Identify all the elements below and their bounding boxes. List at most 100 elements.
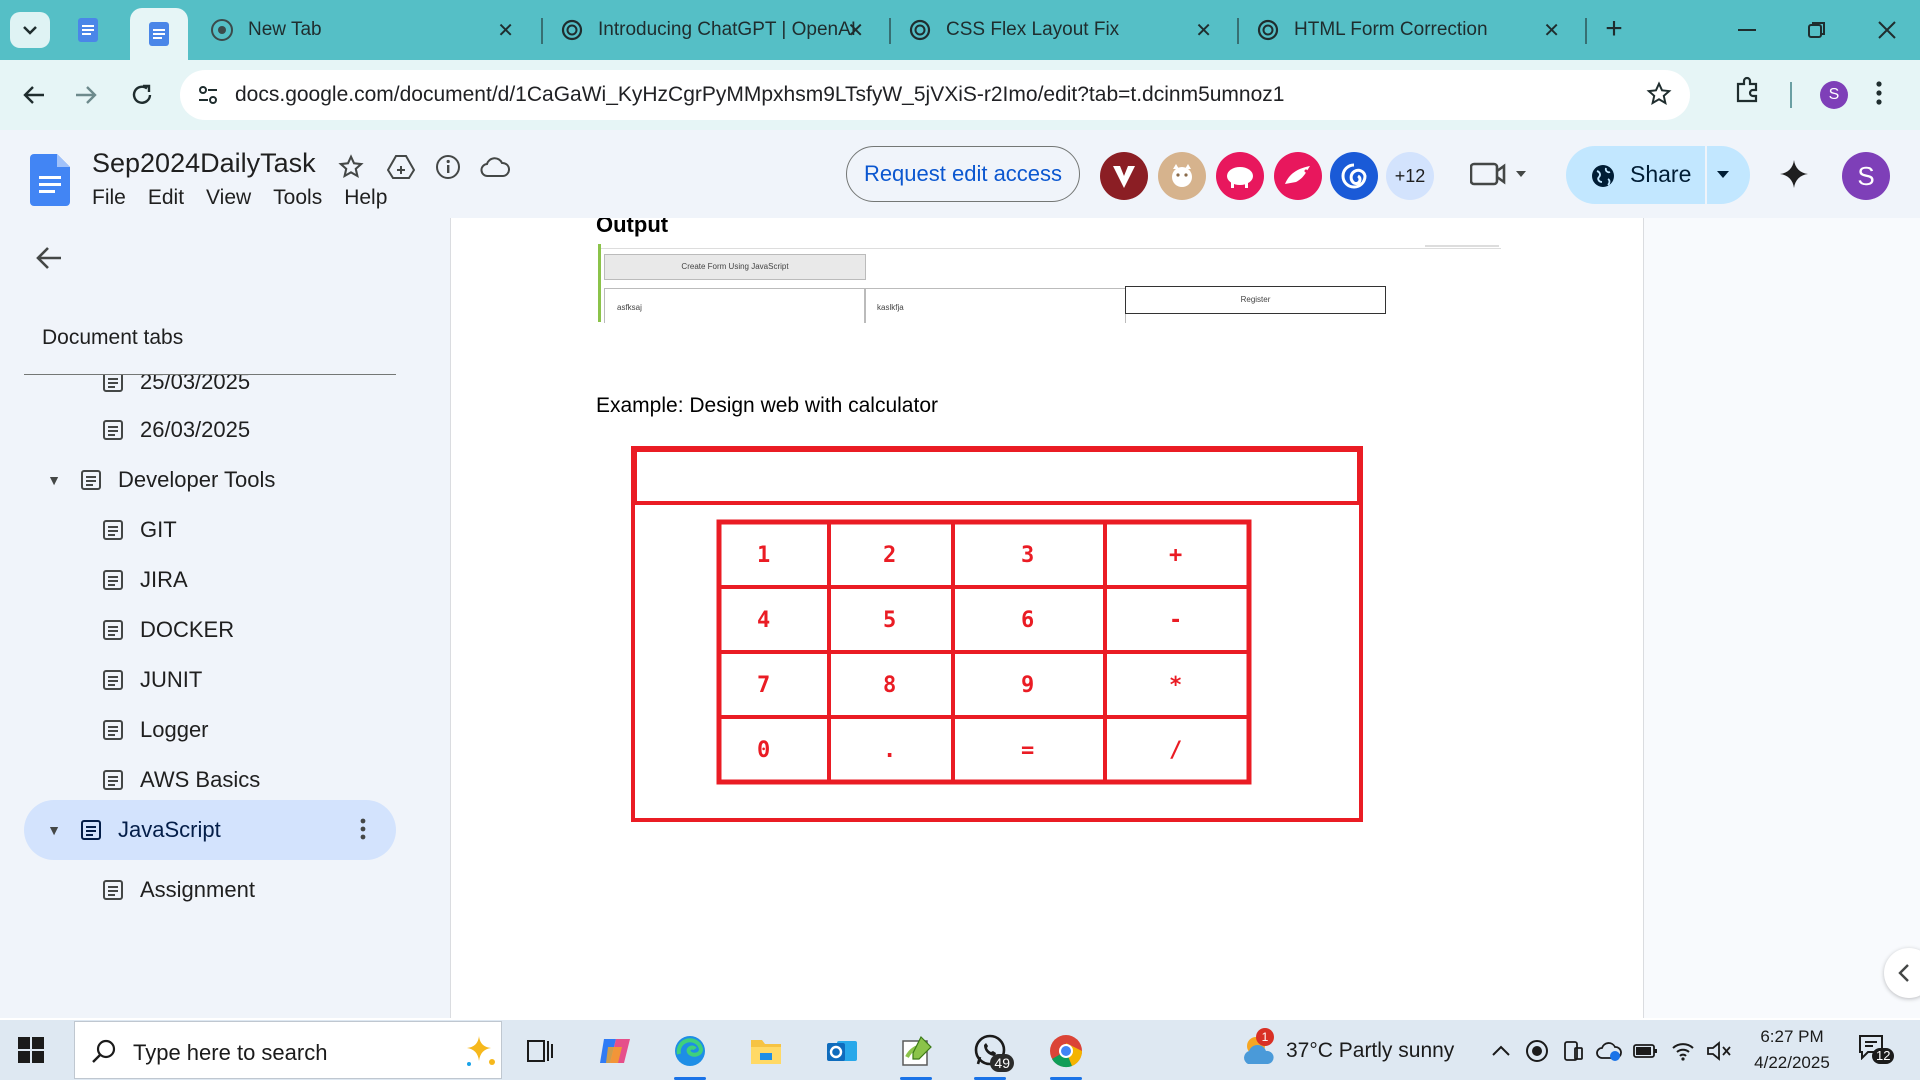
file-explorer-app[interactable]	[742, 1028, 790, 1074]
weather-text[interactable]: 37°C Partly sunny	[1286, 1039, 1454, 1063]
caret-down-icon[interactable]: ▼	[42, 472, 66, 488]
document-icon	[103, 570, 123, 590]
tab-close-icon[interactable]: ✕	[847, 18, 864, 43]
request-edit-access-button[interactable]: Request edit access	[846, 146, 1080, 202]
restore-button[interactable]	[1792, 10, 1842, 50]
info-icon[interactable]	[433, 152, 463, 182]
wifi-tray-icon[interactable]	[1670, 1038, 1696, 1064]
calculator-key-label: -	[1169, 608, 1182, 633]
browser-menu-button[interactable]	[1876, 80, 1882, 106]
anonymous-bird-avatar[interactable]	[1274, 152, 1322, 200]
phone-link-icon	[1564, 1041, 1583, 1061]
document-icon	[81, 470, 101, 490]
menu-file[interactable]: File	[92, 186, 126, 210]
tab-close-icon[interactable]: ✕	[1195, 18, 1212, 43]
forward-button[interactable]	[68, 77, 104, 113]
tab-close-icon[interactable]: ✕	[497, 18, 514, 43]
calculator-keypad: 1 2 3 +4 5 6 - 7 8 9 * 0. = /	[716, 519, 1252, 785]
tab-css-flex[interactable]: CSS Flex Layout Fix ✕	[888, 8, 1228, 52]
tab-new-tab[interactable]: New Tab ✕	[190, 8, 530, 52]
anonymous-buffalo-avatar[interactable]	[1216, 152, 1264, 200]
search-placeholder: Type here to search	[133, 1040, 328, 1065]
site-info-icon[interactable]	[196, 83, 220, 107]
anonymous-swirl-avatar[interactable]	[1330, 152, 1378, 200]
screenshot-top-line-right	[1425, 245, 1499, 247]
sidebar-item-label: DOCKER	[140, 617, 235, 642]
sidebar-item-javascript[interactable]: ▼ JavaScript	[24, 800, 396, 860]
google-docs-logo-icon[interactable]	[30, 154, 70, 206]
address-bar[interactable]: docs.google.com/document/d/1CaGaWi_KyHzC…	[180, 70, 1690, 120]
tab-html-form[interactable]: HTML Form Correction ✕	[1236, 8, 1576, 52]
move-to-drive-icon[interactable]	[386, 152, 416, 182]
cloud-saved-icon[interactable]	[480, 152, 510, 182]
calculator-key-label: *	[1169, 673, 1182, 698]
menu-tools[interactable]: Tools	[273, 186, 322, 210]
calculator-key-label: 5	[883, 608, 896, 633]
tab-chatgpt[interactable]: Introducing ChatGPT | OpenAI ✕	[540, 8, 880, 52]
task-view-button[interactable]	[516, 1028, 564, 1074]
notepad-plus-plus-app[interactable]	[892, 1028, 940, 1080]
chevron-down-icon[interactable]	[1716, 170, 1730, 180]
chevron-down-icon	[23, 26, 37, 35]
edge-icon	[675, 1036, 705, 1066]
form-output-screenshot: Create Form Using JavaScript asfksaj kas…	[598, 244, 1503, 323]
menu-edit[interactable]: Edit	[148, 186, 184, 210]
chrome-app[interactable]	[1042, 1028, 1090, 1080]
share-button[interactable]: Share	[1566, 146, 1750, 204]
bookmark-star-icon[interactable]	[1646, 81, 1672, 107]
copilot-app[interactable]	[592, 1028, 640, 1074]
tab-title: New Tab	[248, 19, 322, 40]
sidebar-item-label: JUNIT	[140, 667, 203, 692]
tab-close-icon[interactable]: ✕	[1543, 18, 1560, 43]
meet-button[interactable]	[1470, 158, 1530, 190]
extensions-button[interactable]	[1734, 76, 1762, 104]
sidebar-item-assignment[interactable]: Assignment	[102, 860, 255, 920]
outlook-app[interactable]	[818, 1028, 866, 1074]
account-avatar[interactable]: S	[1842, 152, 1890, 200]
calculator-key-label: 4	[757, 608, 770, 633]
tab-strip: New Tab ✕ Introducing ChatGPT | OpenAI ✕…	[0, 0, 1920, 60]
show-hidden-icons-button[interactable]	[1488, 1038, 1514, 1064]
record-tray-icon[interactable]	[1524, 1038, 1550, 1064]
calculator-image: 1 2 3 +4 5 6 - 7 8 9 * 0. = /	[631, 446, 1371, 826]
taskbar-clock[interactable]: 6:27 PM 4/22/2025	[1742, 1024, 1842, 1076]
tab-search-button[interactable]	[10, 12, 50, 48]
globe-icon	[1590, 163, 1616, 189]
onedrive-tray-icon[interactable]	[1596, 1038, 1622, 1064]
url-text: docs.google.com/document/d/1CaGaWi_KyHzC…	[235, 83, 1285, 106]
profile-avatar[interactable]: S	[1820, 81, 1848, 109]
back-button[interactable]	[16, 77, 52, 113]
whatsapp-app[interactable]: 49	[966, 1028, 1014, 1080]
volume-tray-icon[interactable]	[1706, 1038, 1732, 1064]
document-icon	[103, 420, 123, 440]
pinned-tab-docs-1[interactable]	[68, 12, 108, 48]
minimize-button[interactable]	[1722, 10, 1772, 50]
calculator-key-label: 8	[883, 673, 896, 698]
battery-tray-icon[interactable]	[1632, 1038, 1658, 1064]
notification-center-button[interactable]: 12	[1858, 1034, 1895, 1064]
caret-down-icon[interactable]: ▼	[42, 822, 66, 838]
more-collaborators-badge[interactable]: +12	[1386, 152, 1434, 200]
new-tab-button[interactable]: +	[1596, 12, 1632, 48]
menu-help[interactable]: Help	[344, 186, 387, 210]
anonymous-viper-avatar[interactable]	[1100, 152, 1148, 200]
minimize-icon	[1738, 29, 1756, 31]
start-button[interactable]	[18, 1037, 44, 1063]
tab-options-icon[interactable]	[360, 818, 366, 840]
sidebar-item-label: Logger	[140, 717, 209, 742]
menu-view[interactable]: View	[206, 186, 251, 210]
devices-tray-icon[interactable]	[1560, 1038, 1586, 1064]
gemini-sparkle-icon[interactable]	[1778, 158, 1810, 190]
taskbar-search-box[interactable]: Type here to search	[74, 1021, 502, 1079]
pinned-tab-docs-active[interactable]	[130, 8, 188, 60]
anonymous-capybara-avatar[interactable]	[1158, 152, 1206, 200]
close-window-button[interactable]	[1862, 10, 1912, 50]
document-icon	[103, 880, 123, 900]
screenshot-green-bar	[598, 244, 601, 322]
reload-button[interactable]	[124, 77, 160, 113]
star-icon[interactable]	[336, 152, 366, 182]
sidebar-item-label: 26/03/2025	[140, 417, 251, 442]
edge-app[interactable]	[666, 1028, 714, 1080]
sidebar-back-button[interactable]	[36, 246, 62, 270]
document-title[interactable]: Sep2024DailyTask	[92, 148, 316, 179]
